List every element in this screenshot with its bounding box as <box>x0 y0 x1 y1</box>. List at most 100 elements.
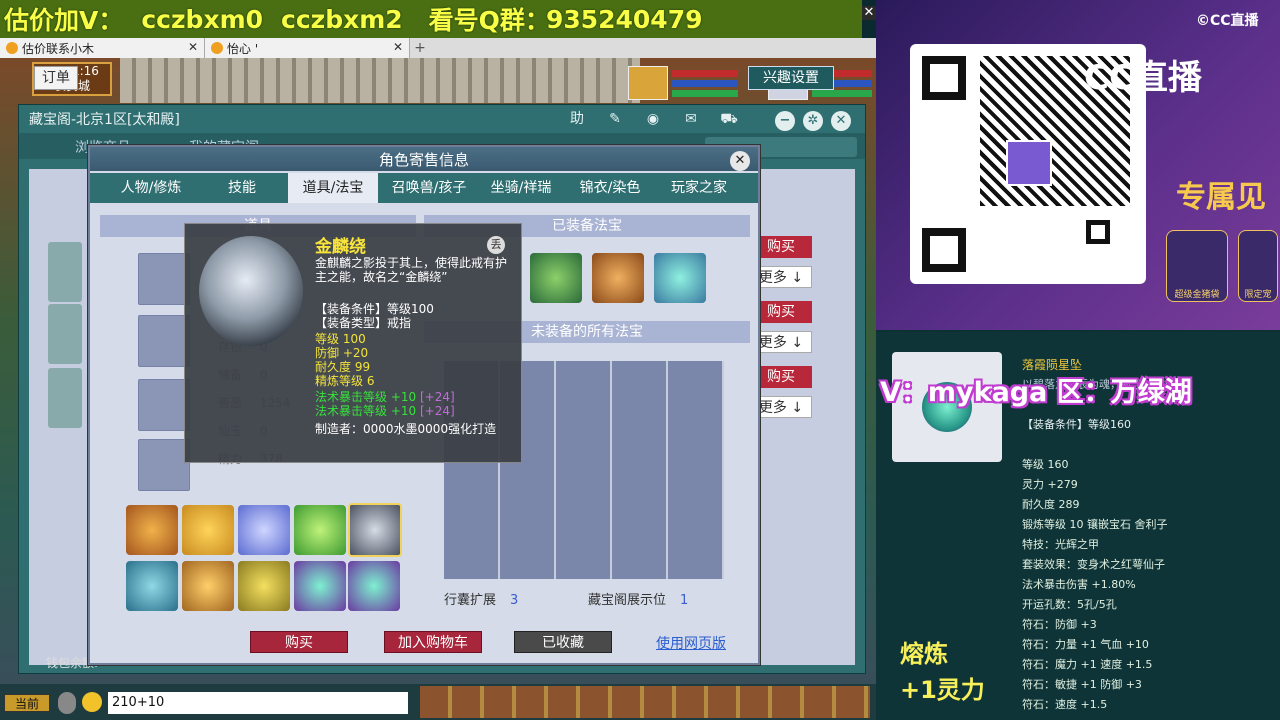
crit-2-extra: [+24] <box>419 404 455 418</box>
stat-row: 开运孔数：5孔/5孔 <box>1022 598 1117 611</box>
bag-item[interactable] <box>238 505 290 555</box>
item-type: 【装备类型】戒指 <box>315 316 412 330</box>
hp-bar <box>672 70 738 77</box>
listing-thumb[interactable] <box>48 242 82 302</box>
browser-tab[interactable]: 估价联系小木 ✕ <box>0 38 205 58</box>
close-icon[interactable]: ✕ <box>730 151 750 171</box>
help-button[interactable]: 助 <box>567 109 587 129</box>
tab-outfits[interactable]: 锦衣/染色 <box>564 173 656 203</box>
bag-item[interactable] <box>294 561 346 611</box>
pin-icon[interactable]: ✎ <box>605 109 625 129</box>
item-name: 金麟绕 <box>315 237 366 257</box>
item-description: 金麒麟之影投于其上，使得此戒有护主之能，故名之“金麟绕” <box>315 256 508 284</box>
banner-text-4: 看号Q群： <box>428 6 550 35</box>
equip-slot[interactable] <box>138 379 190 431</box>
stat-row: 锻炼等级 10 镶嵌宝石 舍利子 <box>1022 518 1168 531</box>
tab-label: 估价联系小木 <box>22 41 95 56</box>
equip-slot[interactable] <box>138 315 190 367</box>
bag-item[interactable] <box>238 561 290 611</box>
item-tooltip: 金麟绕 丢 金麒麟之影投于其上，使得此戒有护主之能，故名之“金麟绕” 【装备条件… <box>184 223 522 463</box>
detail-requirement: 【装备条件】等级160 <box>1022 418 1131 431</box>
tab-home[interactable]: 玩家之家 <box>656 173 742 203</box>
buy-button[interactable]: 购买 <box>250 631 348 653</box>
listing-thumb[interactable] <box>48 368 82 428</box>
tab-pets[interactable]: 召唤兽/孩子 <box>382 173 476 203</box>
ring-icon <box>199 236 303 346</box>
close-icon[interactable]: ✕ <box>862 6 876 20</box>
more-label: 更多 <box>758 335 787 351</box>
close-icon[interactable]: ✕ <box>831 111 851 131</box>
gift-ticket[interactable]: 限定宠 <box>1238 230 1278 302</box>
player-avatar[interactable] <box>628 66 668 100</box>
dialog-tabs: 人物/修炼 技能 道具/法宝 召唤兽/孩子 坐骑/祥瑞 锦衣/染色 玩家之家 <box>90 173 758 203</box>
minimize-icon[interactable]: − <box>775 111 795 131</box>
tab-mounts[interactable]: 坐骑/祥瑞 <box>476 173 566 203</box>
tab-character[interactable]: 人物/修炼 <box>104 173 198 203</box>
emoji-icon[interactable] <box>82 692 102 712</box>
browser-tab[interactable]: 怡心 ' ✕ <box>205 38 410 58</box>
tab-items[interactable]: 道具/法宝 <box>288 173 378 203</box>
favorited-button[interactable]: 已收藏 <box>514 631 612 653</box>
bag-item[interactable] <box>182 505 234 555</box>
stat-row: 法术暴击伤害 +1.80% <box>1022 578 1136 591</box>
tab-skills[interactable]: 技能 <box>208 173 276 203</box>
mp-bar <box>672 80 738 87</box>
stat-row: 符石：魔力 +1 速度 +1.5 <box>1022 658 1153 671</box>
promo-banner: 估价加V： cczbxm0 cczbxm2 看号Q群： 935240479 <box>0 0 862 38</box>
stream-promo: ©CC直播 CC直播 专属见 超级金猪袋 限定宠 <box>876 0 1280 330</box>
bag-item[interactable] <box>348 561 400 611</box>
item-maker: 制造者：0000水墨0000强化打造 <box>315 422 497 436</box>
tab-favicon-icon <box>6 42 18 54</box>
new-tab-icon[interactable]: + <box>410 38 430 58</box>
stat-row: 符石：防御 +3 <box>1022 618 1097 631</box>
web-version-link[interactable]: 使用网页版 <box>656 633 726 653</box>
add-to-cart-button[interactable]: 加入购物车 <box>384 631 482 653</box>
display-slots: 藏宝阁展示位 1 <box>588 589 688 608</box>
stat-row: 等级 160 <box>1022 458 1069 471</box>
scene-roof <box>120 58 640 103</box>
equip-slot[interactable] <box>138 439 190 491</box>
window-title: 藏宝阁-北京1区[太和殿] <box>29 112 180 128</box>
equipped-treasure[interactable] <box>654 253 706 303</box>
stat-row: 耐久度 289 <box>1022 498 1080 511</box>
bag-item[interactable] <box>182 561 234 611</box>
chat-input[interactable]: 210+10 <box>108 692 408 714</box>
hotbar[interactable] <box>420 686 870 718</box>
equip-slot[interactable] <box>138 253 190 305</box>
qr-avatar <box>1006 140 1052 186</box>
more-label: 更多 <box>758 270 787 286</box>
bag-item-selected[interactable] <box>348 503 402 557</box>
bag-item[interactable] <box>126 505 178 555</box>
equipped-treasure[interactable] <box>592 253 644 303</box>
browser-tab-bar: 估价联系小木 ✕ 怡心 ' ✕ + <box>0 38 876 58</box>
channel-current-button[interactable]: 当前 <box>4 694 50 712</box>
bag-item[interactable] <box>294 505 346 555</box>
item-level: 等级 100 <box>315 332 366 346</box>
tab-close-icon[interactable]: ✕ <box>393 40 403 54</box>
equipped-treasure[interactable] <box>530 253 582 303</box>
order-button[interactable]: 订单 <box>34 66 78 90</box>
stream-panel: ©CC直播 CC直播 专属见 超级金猪袋 限定宠 落霞陨星坠 以碧落之星辰为魂，… <box>876 0 1280 720</box>
qr-finder <box>922 56 966 100</box>
listing-thumb[interactable] <box>48 304 82 364</box>
streamer-contact-overlay: V：mykaga 区：万绿湖 <box>880 377 1192 408</box>
qr-align <box>1086 220 1110 244</box>
pet-sp-bar <box>812 90 872 97</box>
bag-expand: 行囊扩展 3 <box>444 589 518 608</box>
cart-icon[interactable]: ⛟ <box>719 109 739 129</box>
settings-icon[interactable]: ✲ <box>803 111 823 131</box>
bag-item[interactable] <box>126 561 178 611</box>
stat-row: 套装效果：变身术之红萼仙子 <box>1022 558 1165 571</box>
game-chat-bar: 当前 210+10 <box>0 684 876 720</box>
item-refine: 精炼等级 6 <box>315 374 375 388</box>
interest-settings-button[interactable]: 兴趣设置 <box>748 66 834 90</box>
display-label: 藏宝阁展示位 <box>588 593 667 608</box>
qr-finder <box>922 228 966 272</box>
chat-icon[interactable]: ✉ <box>681 109 701 129</box>
stat-row: 符石：速度 +1.5 <box>1022 698 1108 711</box>
tab-close-icon[interactable]: ✕ <box>188 40 198 54</box>
record-icon[interactable]: ◉ <box>643 109 663 129</box>
microphone-icon[interactable] <box>58 692 76 714</box>
gift-ticket[interactable]: 超级金猪袋 <box>1166 230 1228 302</box>
banner-text-3: cczbxm2 <box>281 4 403 34</box>
